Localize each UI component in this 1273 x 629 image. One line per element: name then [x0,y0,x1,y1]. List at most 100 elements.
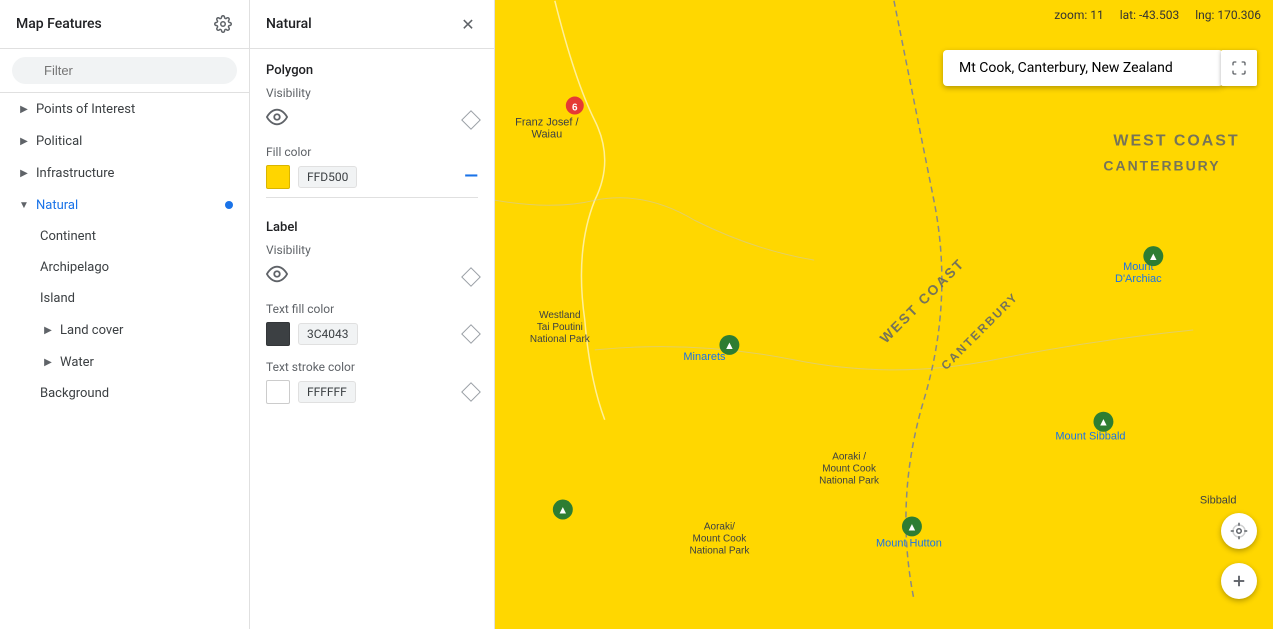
fill-color-swatch-wrap: FFD500 [266,165,357,189]
map-svg: WEST COAST CANTERBURY WEST COAST CANTERB… [495,0,1273,629]
mount-sibbald-icon-glyph: ▲ [1098,417,1109,429]
sidebar-item-continent[interactable]: Continent [0,221,249,252]
diamond-icon[interactable] [461,324,481,344]
left-panel: Map Features ≡ ▶ Points of Interest ▶ Po… [0,0,250,629]
map-search-box: Mt Cook, Canterbury, New Zealand [943,50,1223,86]
eye-icon[interactable] [266,263,288,290]
sidebar-item-island[interactable]: Island [0,283,249,314]
sidebar-item-label: Water [60,355,94,370]
minus-icon[interactable]: — [464,168,478,186]
chevron-right-icon: ▶ [16,101,32,117]
franz-josef-label: Franz Josef / [515,116,579,128]
close-icon[interactable]: ✕ [458,14,478,34]
filter-wrap: ≡ [12,57,237,84]
text-stroke-color-label: Text stroke color [266,360,478,374]
aoraki-label-3: National Park [819,476,879,487]
sidebar-item-water[interactable]: ▶ Water [0,346,249,378]
sidebar-item-label: Continent [40,229,96,244]
aoraki-2-label-2: Mount Cook [693,533,747,544]
chevron-right-icon: ▶ [16,165,32,181]
aoraki-2-label-1: Aoraki/ [704,521,735,532]
settings-icon[interactable] [213,14,233,34]
filter-bar: ≡ [0,49,249,93]
franz-josef-label-2: Waiau [532,128,563,140]
chevron-right-icon: ▶ [16,133,32,149]
fullscreen-button[interactable] [1221,50,1257,86]
diamond-icon[interactable] [461,267,481,287]
sidebar-item-political[interactable]: ▶ Political [0,125,249,157]
aoraki-label-1: Aoraki / [832,452,866,463]
mount-darchiac-icon [1143,246,1163,266]
fill-color-row: FFD500 — [266,165,478,189]
minarets-icon-glyph: ▲ [724,340,735,352]
zoom-label: zoom: 11 [1054,8,1103,22]
map-search-value: Mt Cook, Canterbury, New Zealand [959,60,1173,76]
franz-josef-pin [566,97,584,115]
mount-hutton-label: Mount Hutton [876,537,942,549]
minarets-label: Minarets [683,351,726,363]
chevron-right-icon: ▶ [40,354,56,370]
diamond-icon[interactable] [461,382,481,402]
sibbald-label: Sibbald [1200,495,1237,507]
text-stroke-color-value[interactable]: FFFFFF [298,381,356,403]
sidebar-item-infrastructure[interactable]: ▶ Infrastructure [0,157,249,189]
text-stroke-color-row: FFFFFF [266,380,478,404]
text-stroke-swatch-wrap: FFFFFF [266,380,356,404]
label-visibility-row [266,263,478,290]
chevron-right-icon: ▶ [40,322,56,338]
mount-hutton-icon-glyph: ▲ [906,521,917,533]
minarets-icon [719,335,739,355]
westland-label-3: National Park [530,334,590,345]
sidebar-item-archipelago[interactable]: Archipelago [0,252,249,283]
westland-label-2: Tai Poutini [537,322,583,333]
fill-color-swatch[interactable] [266,165,290,189]
eye-icon[interactable] [266,106,288,133]
text-fill-color-label: Text fill color [266,302,478,316]
lat-label: lat: -43.503 [1120,8,1179,22]
nav-list: ▶ Points of Interest ▶ Political ▶ Infra… [0,93,249,629]
left-panel-title: Map Features [16,16,102,32]
mid-panel: Natural ✕ Polygon Visibility Fill color [250,0,495,629]
active-dot [225,201,233,209]
sidebar-item-label: Political [36,134,82,149]
mount-sibbald-icon [1093,412,1113,432]
diamond-icon[interactable] [461,110,481,130]
sidebar-item-background[interactable]: Background [0,378,249,409]
label-section-title: Label [266,206,478,243]
label-visibility-label: Visibility [266,243,478,257]
polygon-visibility-row [266,106,478,133]
fill-color-value[interactable]: FFD500 [298,166,357,188]
text-fill-color-swatch[interactable] [266,322,290,346]
chevron-down-icon: ▼ [16,197,32,213]
mount-darchiac-icon-glyph: ▲ [1148,251,1159,263]
sidebar-item-label: Land cover [60,323,123,338]
sidebar-item-label: Archipelago [40,260,109,275]
west-coast-label-2: WEST COAST [877,255,968,346]
zoom-in-button[interactable] [1221,563,1257,599]
map-area: zoom: 11 lat: -43.503 lng: 170.306 Mt Co… [495,0,1273,629]
sidebar-item-land-cover[interactable]: ▶ Land cover [0,314,249,346]
location-button[interactable] [1221,513,1257,549]
franz-josef-pin-label: 6 [572,103,578,114]
sidebar-item-label: Background [40,386,109,401]
sidebar-item-label: Natural [36,198,78,213]
filter-input[interactable] [12,57,237,84]
westland-label: Westland [539,310,580,321]
sidebar-item-points-of-interest[interactable]: ▶ Points of Interest [0,93,249,125]
text-fill-swatch-wrap: 3C4043 [266,322,358,346]
sidebar-item-natural[interactable]: ▼ Natural [0,189,249,221]
polygon-section: Polygon Visibility Fill color FFD500 — [266,49,478,189]
text-stroke-color-swatch[interactable] [266,380,290,404]
aoraki-icon-glyph: ▲ [557,504,568,516]
polygon-visibility-label: Visibility [266,86,478,100]
text-fill-color-value[interactable]: 3C4043 [298,323,358,345]
sidebar-item-label: Infrastructure [36,166,114,181]
mount-sibbald-label: Mount Sibbald [1055,431,1125,443]
mid-panel-header: Natural ✕ [250,0,494,49]
section-divider [266,197,478,198]
map-topbar: zoom: 11 lat: -43.503 lng: 170.306 [495,0,1273,30]
mount-darchiac-label-2: D'Archiac [1115,273,1162,285]
aoraki-2-label-3: National Park [690,545,750,556]
aoraki-icon [553,500,573,520]
mid-panel-content: Polygon Visibility Fill color FFD500 — [250,49,494,629]
